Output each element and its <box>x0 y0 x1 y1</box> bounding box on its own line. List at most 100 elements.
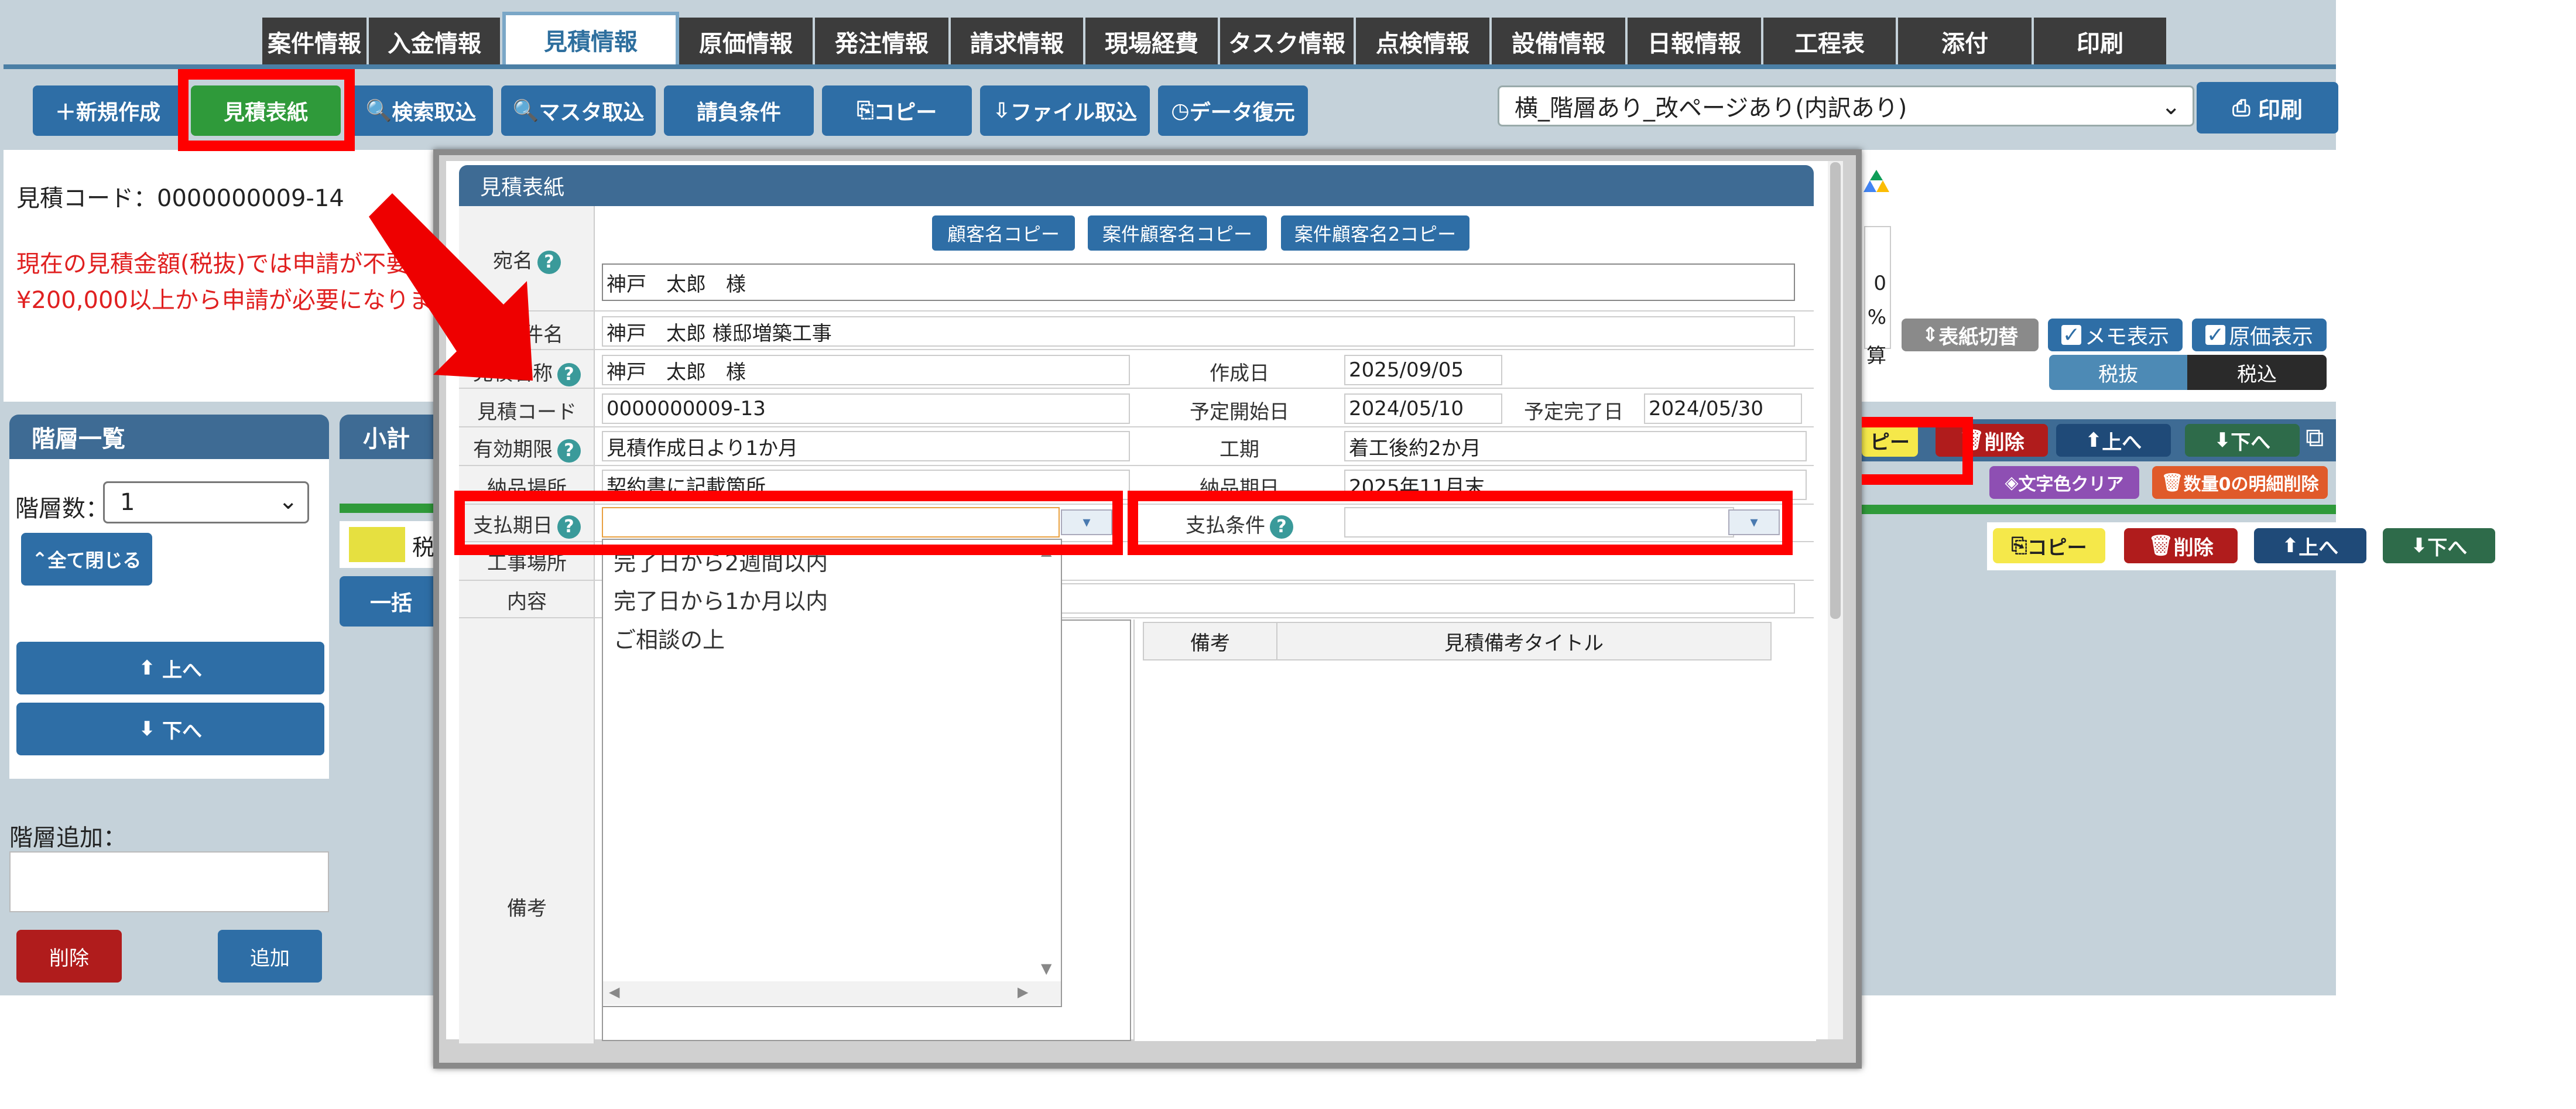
row-divider <box>459 388 1814 389</box>
start-date-input[interactable]: 2024/05/10 <box>1344 393 1502 424</box>
copy-case-customer-button[interactable]: 案件顧客名コピー <box>1088 215 1267 251</box>
master-import-button[interactable]: 🔍 マスタ取込 <box>501 85 656 136</box>
highlight-payment-due <box>454 491 1123 555</box>
tab-attachment[interactable]: 添付 <box>1898 18 2034 66</box>
content-label: 内容 <box>507 590 547 614</box>
tax-incl-toggle[interactable]: 税込 <box>2187 355 2327 390</box>
tab-cost-info[interactable]: 原価情報 <box>679 18 815 66</box>
hierarchy-up-button[interactable]: ⬆ 上へ <box>16 642 324 694</box>
tab-order-info[interactable]: 発注情報 <box>815 18 951 66</box>
cost-show-toggle[interactable]: ✓ 原価表示 <box>2192 319 2327 351</box>
scroll-down-icon[interactable]: ▼ <box>1041 960 1051 977</box>
copy-row-button[interactable]: ピー <box>1862 424 1918 457</box>
scroll-right-icon[interactable]: ▶ <box>1018 984 1028 1000</box>
hierarchy-add-button[interactable]: 追加 <box>218 930 322 983</box>
template-select[interactable]: 横_階層あり_改ページあり(内訳あり) ⌄ <box>1498 85 2194 126</box>
bulk-button[interactable]: 一括 <box>340 576 443 627</box>
tab-estimate-info[interactable]: 見積情報 <box>502 12 679 64</box>
checkbox-icon: ✓ <box>2205 323 2225 347</box>
highlight-payment-terms <box>1128 491 1793 555</box>
move-up-button[interactable]: ⬆ 上へ <box>2056 424 2171 457</box>
cover-switch-button[interactable]: ⇕ 表紙切替 <box>1902 319 2039 351</box>
collapse-all-button[interactable]: ⌃ 全て閉じる <box>21 533 152 586</box>
tab-payment-info[interactable]: 入金情報 <box>369 18 502 66</box>
scroll-left-icon[interactable]: ◀ <box>609 984 619 1000</box>
arrow-up-icon: ⬆ <box>138 656 156 680</box>
validity-label: 有効期限? <box>459 433 595 463</box>
trash-icon: 🗑 <box>2148 534 2174 557</box>
delete-zero-qty-button[interactable]: 🗑 数量0の明細削除 <box>2152 466 2328 499</box>
option-consult[interactable]: ご相談の上 <box>614 622 725 654</box>
clear-color-button[interactable]: ◈ 文字色クリア <box>1989 466 2139 499</box>
hierarchy-count-select[interactable]: 1 ⌄ <box>103 481 309 523</box>
end-date-input[interactable]: 2024/05/30 <box>1644 393 1802 424</box>
trash-icon: 🗑 <box>2161 472 2184 493</box>
copy-icon: ⎘ <box>857 98 874 122</box>
move-down-button[interactable]: ⬇ 下へ <box>2185 424 2300 457</box>
google-drive-icon[interactable] <box>1862 167 1891 197</box>
remarks-table <box>1133 619 1816 1041</box>
period-input[interactable]: 着工後約2か月 <box>1344 431 1807 461</box>
case-name-input[interactable]: 神戸 太郎 様邸増築工事 <box>602 316 1795 347</box>
subtotal-row: 税 <box>340 521 443 568</box>
hierarchy-down-button[interactable]: ⬇ 下へ <box>16 703 324 755</box>
horizontal-scrollbar[interactable] <box>603 981 1061 1005</box>
green-divider <box>1862 505 2336 514</box>
tax-excl-toggle[interactable]: 税抜 <box>2049 355 2187 390</box>
external-link-icon[interactable]: ⧉ <box>2306 423 2324 453</box>
modal-scrollbar[interactable] <box>1828 161 1843 1039</box>
memo-show-toggle[interactable]: ✓ メモ表示 <box>2048 319 2183 351</box>
tab-site-expense[interactable]: 現場経費 <box>1085 18 1220 66</box>
tab-underline <box>4 64 2336 69</box>
row-divider <box>459 349 1814 350</box>
validity-input[interactable]: 見積作成日より1か月 <box>602 431 1130 461</box>
search-icon: 🔍 <box>365 99 392 123</box>
printer-icon: ⎙ <box>2232 94 2250 121</box>
restore-button[interactable]: ◷ データ復元 <box>1158 85 1308 136</box>
copy-case-customer2-button[interactable]: 案件顧客名2コピー <box>1281 215 1469 251</box>
tab-inspection-info[interactable]: 点検情報 <box>1356 18 1492 66</box>
tab-billing-info[interactable]: 請求情報 <box>951 18 1085 66</box>
hierarchy-count-label: 階層数： <box>15 495 109 522</box>
delete-row-button-2[interactable]: 🗑 削除 <box>2124 528 2238 563</box>
file-import-button[interactable]: ⇩ ファイル取込 <box>980 85 1150 136</box>
subtotal-green-bar <box>340 504 443 513</box>
file-import-icon: ⇩ <box>992 98 1011 123</box>
copy-button[interactable]: ⎘ コピー <box>822 85 972 136</box>
created-label: 作成日 <box>1210 362 1269 385</box>
subtotal-gap <box>340 459 443 504</box>
hierarchy-delete-button[interactable]: 削除 <box>16 930 122 983</box>
search-import-button[interactable]: 🔍 検索取込 <box>349 85 493 136</box>
tab-case-info[interactable]: 案件情報 <box>262 18 369 66</box>
copy-row-button-2[interactable]: ⎘ コピー <box>1993 528 2105 563</box>
help-icon[interactable]: ? <box>557 439 581 463</box>
row-divider <box>459 465 1814 466</box>
plus-icon: ＋ <box>54 101 76 125</box>
start-date-label: 予定開始日 <box>1190 401 1289 424</box>
estimate-name-input[interactable]: 神戸 太郎 様 <box>602 355 1130 385</box>
hierarchy-add-input[interactable] <box>9 851 329 912</box>
move-up-button-2[interactable]: ⬆ 上へ <box>2254 528 2366 563</box>
terms-button[interactable]: 請負条件 <box>664 85 814 136</box>
highlight-line-bottom <box>1862 474 1973 485</box>
scrollbar-thumb[interactable] <box>1830 162 1841 619</box>
tab-daily-report[interactable]: 日報情報 <box>1628 18 1763 66</box>
move-down-button-2[interactable]: ⬇ 下へ <box>2383 528 2495 563</box>
arrow-down-icon: ⬇ <box>2410 534 2428 557</box>
print-button[interactable]: ⎙ 印刷 <box>2197 82 2338 134</box>
addressee-input[interactable]: 神戸 太郎 様 <box>602 263 1795 301</box>
remarks-title-col-header: 見積備考タイトル <box>1276 622 1772 660</box>
new-button[interactable]: ＋新規作成 <box>33 85 183 136</box>
delete-row-button[interactable]: 🗑削除 <box>1936 424 2048 457</box>
copy-customer-name-button[interactable]: 顧客名コピー <box>932 215 1075 251</box>
option-within-1-month[interactable]: 完了日から1か月以内 <box>614 583 828 615</box>
created-date-input[interactable]: 2025/09/05 <box>1344 355 1502 385</box>
estimate-code-input[interactable]: 0000000009-13 <box>602 393 1130 424</box>
main-tabs: 案件情報 入金情報 見積情報 原価情報 発注情報 請求情報 現場経費 タスク情報… <box>262 12 2169 66</box>
tab-equipment-info[interactable]: 設備情報 <box>1492 18 1628 66</box>
tab-task-info[interactable]: タスク情報 <box>1220 18 1356 66</box>
sort-icon: ⇕ <box>1921 323 1939 347</box>
tab-schedule[interactable]: 工程表 <box>1763 18 1898 66</box>
tab-print[interactable]: 印刷 <box>2034 18 2169 66</box>
estimate-code-text: 見積コード：0000000009-14 <box>16 185 344 212</box>
